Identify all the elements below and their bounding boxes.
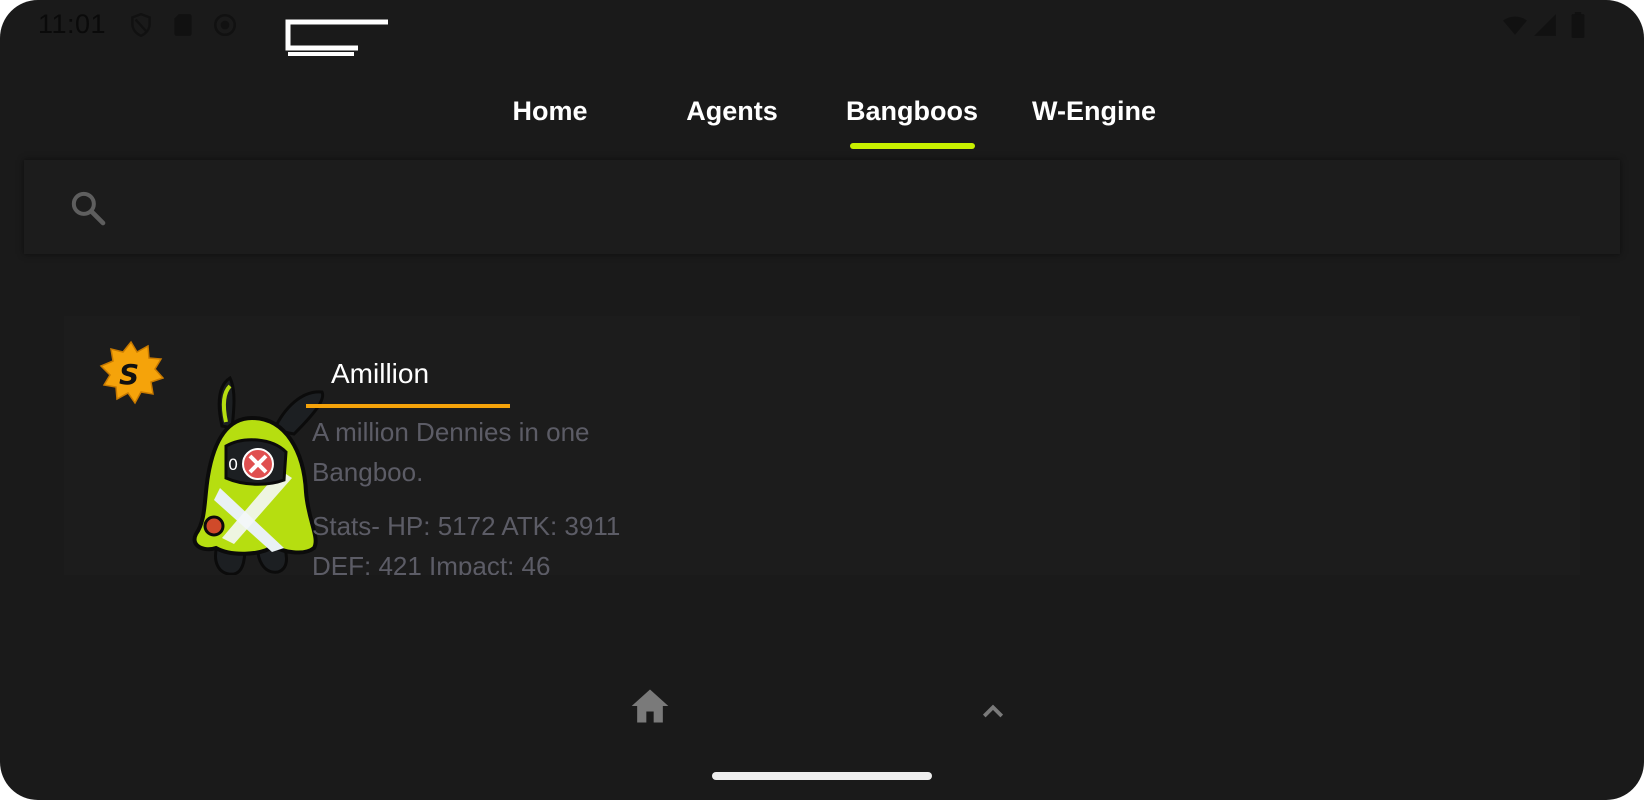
bangboo-list: 0 S Amillion A million Dennies in one Ba… (64, 316, 1580, 575)
bottom-navigation (0, 670, 1644, 750)
tab-bangboos[interactable]: Bangboos (832, 96, 992, 127)
svg-text:S: S (119, 358, 139, 391)
home-icon[interactable] (628, 684, 672, 728)
tab-home[interactable]: Home (470, 96, 630, 127)
status-bar: 11:01 (0, 0, 1644, 56)
app-logo-icon (285, 19, 388, 56)
bangboo-name: Amillion (331, 358, 430, 389)
gesture-handle[interactable] (712, 772, 932, 780)
sd-card-icon (174, 14, 192, 36)
shield-icon (131, 12, 151, 38)
wifi-icon (1503, 16, 1527, 35)
selected-tab-indicator (850, 143, 975, 149)
search-bar (24, 160, 1620, 254)
bangboo-stats: Stats- HP: 5172 ATK: 3911 DEF: 421 Impac… (312, 511, 621, 575)
tab-w-engine[interactable]: W-Engine (1014, 96, 1174, 127)
phone-screen: 11:01 Home Agents Bangboos W-Engine 0 S … (0, 0, 1644, 800)
sync-icon (213, 13, 237, 37)
search-icon[interactable] (68, 188, 108, 228)
title-underline (306, 404, 510, 408)
status-clock: 11:01 (38, 9, 107, 39)
search-input[interactable] (124, 178, 1588, 238)
svg-text:0: 0 (228, 455, 238, 474)
rank-s-badge-icon: S (99, 340, 164, 405)
battery-icon (1571, 12, 1585, 38)
tab-bar: Home Agents Bangboos W-Engine (0, 88, 1644, 148)
chevron-up-icon[interactable] (976, 696, 1010, 726)
cell-signal-icon (1534, 14, 1556, 36)
tab-agents[interactable]: Agents (652, 96, 812, 127)
bangboo-card[interactable]: 0 S Amillion A million Dennies in one Ba… (64, 316, 1580, 575)
bangboo-description: A million Dennies in one Bangboo. (312, 417, 590, 487)
